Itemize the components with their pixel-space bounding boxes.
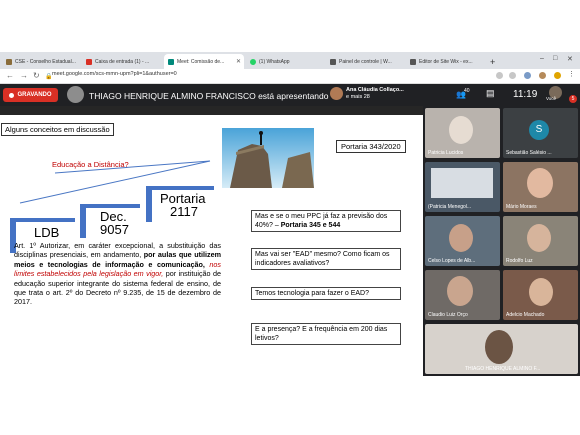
close-tab-icon[interactable]: ✕: [236, 58, 241, 65]
browser-tab-strip: CSE - Conselho Estadual... Caixa de entr…: [0, 52, 580, 69]
participant-photo: [485, 330, 513, 364]
question-ppc-bold: Portaria 345 e 544: [280, 222, 341, 229]
minimize-icon[interactable]: –: [540, 55, 544, 62]
question-ppc-box: Mas e se o meu PPC já faz a previsão dos…: [251, 210, 401, 232]
participant-count: 40: [464, 88, 470, 94]
tab-meet[interactable]: Meet: Comissão de... ✕: [164, 54, 244, 69]
viewer-name: Ana Cláudia Collaço...: [346, 87, 404, 93]
meeting-clock: 11:19: [513, 89, 538, 100]
slide-header-band: [0, 106, 423, 115]
notification-badge: 5: [569, 95, 577, 103]
wix-favicon-icon: [410, 58, 416, 65]
presentation-slide: Alguns conceitos em discussão Portaria 3…: [0, 106, 423, 376]
close-window-icon[interactable]: ✕: [567, 55, 573, 63]
url-field[interactable]: meet.google.com/scs-mmn-upm?pli=1&authus…: [52, 71, 177, 77]
forward-icon[interactable]: →: [20, 71, 28, 80]
participant-panel: Patricia Lucidos S Sebastião Salésio ...…: [423, 106, 580, 376]
recording-dot-icon: [9, 92, 15, 98]
star-icon[interactable]: [509, 72, 516, 79]
you-label: Você: [546, 96, 557, 101]
step-ldb: LDB: [34, 226, 59, 239]
participant-photo: [527, 224, 551, 252]
question-ead-box: Mas vai ser "EAD" mesmo? Como ficam os i…: [251, 248, 401, 270]
article-text: Art. 1º Autorizar, em caráter excepciona…: [14, 241, 221, 307]
profile-avatar-icon[interactable]: [539, 72, 546, 79]
portaria-343-box: Portaria 343/2020: [336, 140, 406, 153]
viewer-info: Ana Cláudia Collaço... e mais 28: [346, 87, 404, 101]
participant-name: (Patricia Menegol...: [428, 204, 472, 210]
participant-photo: [449, 116, 473, 144]
recording-badge: GRAVANDO: [3, 88, 58, 102]
step-ldb-label: LDB: [34, 225, 60, 240]
participant-tile[interactable]: Rodolfo Luz: [503, 216, 578, 266]
tab-label: CSE - Conselho Estadual...: [15, 58, 76, 65]
section-title: Alguns conceitos em discussão: [1, 123, 114, 136]
participant-name: THIAGO HENRIQUE ALMINO F...: [465, 366, 541, 372]
recording-label: GRAVANDO: [17, 92, 52, 98]
extension-puzzle-icon[interactable]: [554, 72, 561, 79]
meet-favicon-icon: [168, 58, 174, 65]
chat-icon[interactable]: ▤: [486, 88, 495, 99]
back-icon[interactable]: ←: [6, 71, 14, 80]
participant-name: Claudio Luiz Orço: [428, 312, 468, 318]
presenter-avatar: [67, 86, 84, 103]
participant-name: Patricia Lucidos: [428, 150, 464, 156]
participant-photo: [527, 168, 553, 198]
staircase-line-top: [54, 160, 211, 174]
participant-name: Sebastião Salésio ...: [506, 150, 552, 156]
participant-initial-avatar: S: [529, 120, 549, 140]
viewer-more: e mais 28: [346, 94, 370, 100]
participant-tile[interactable]: Adelcio Machado: [503, 270, 578, 320]
gmail-favicon-icon: [86, 58, 92, 65]
presenter-text: THIAGO HENRIQUE ALMINO FRANCISCO está ap…: [89, 91, 329, 101]
question-technology-box: Temos tecnologia para fazer o EAD?: [251, 287, 401, 300]
menu-icon[interactable]: ⋮: [568, 70, 575, 78]
participant-tile[interactable]: Claudio Luiz Orço: [425, 270, 500, 320]
extension-icon[interactable]: [524, 72, 531, 79]
camera-icon[interactable]: [496, 72, 503, 79]
question-attendance-box: E a presença? E a frequência em 200 dias…: [251, 323, 401, 345]
wix-favicon-icon: [330, 58, 336, 65]
tab-label: Painel de controle | W...: [339, 58, 392, 65]
new-tab-label: +: [490, 56, 496, 67]
whatsapp-favicon-icon: [250, 58, 256, 65]
participant-name: Rodolfo Luz: [506, 258, 533, 264]
step-dec-line2: 9057: [100, 222, 129, 237]
participant-name: Celso Lopes de Alb...: [428, 258, 476, 264]
tab-wix-dashboard[interactable]: Painel de controle | W...: [326, 54, 404, 69]
participant-name: Mário Moraes: [506, 204, 537, 210]
page-bottom-margin: [0, 376, 580, 435]
tab-wix-editor[interactable]: Editor de Site Wix - ex...: [406, 54, 484, 69]
participant-tile[interactable]: S Sebastião Salésio ...: [503, 108, 578, 158]
tab-whatsapp[interactable]: (1) WhatsApp: [246, 54, 324, 69]
participant-name: Adelcio Machado: [506, 312, 545, 318]
step-dec-9057: Dec. 9057: [100, 210, 129, 236]
reload-icon[interactable]: ↻: [33, 71, 40, 80]
person-head: [259, 131, 263, 135]
tab-gmail[interactable]: Caixa de entrada (1) - ...: [82, 54, 162, 69]
tab-label: Editor de Site Wix - ex...: [419, 58, 473, 65]
step-portaria-2117: Portaria 2117: [160, 192, 206, 218]
tab-label: (1) WhatsApp: [259, 58, 290, 65]
participant-photo: [529, 278, 553, 306]
person-silhouette: [260, 134, 262, 145]
step-portaria-line2: 2117: [170, 204, 198, 219]
participant-tile[interactable]: Mário Moraes: [503, 162, 578, 212]
cse-favicon-icon: [6, 58, 12, 65]
shared-screen-thumbnail: [431, 168, 493, 198]
participant-photo: [447, 276, 473, 306]
participant-tile-self[interactable]: THIAGO HENRIQUE ALMINO F...: [425, 324, 578, 374]
participant-tile[interactable]: Patricia Lucidos: [425, 108, 500, 158]
tab-cse[interactable]: CSE - Conselho Estadual...: [2, 54, 80, 69]
tab-label: Meet: Comissão de...: [177, 58, 225, 65]
new-tab-button[interactable]: +: [486, 54, 500, 69]
tab-label: Caixa de entrada (1) - ...: [95, 58, 150, 65]
participant-photo: [449, 224, 473, 252]
participant-tile[interactable]: Celso Lopes de Alb...: [425, 216, 500, 266]
viewer-avatar: [330, 87, 343, 100]
participant-tile[interactable]: (Patricia Menegol...: [425, 162, 500, 212]
maximize-icon[interactable]: □: [553, 55, 557, 62]
